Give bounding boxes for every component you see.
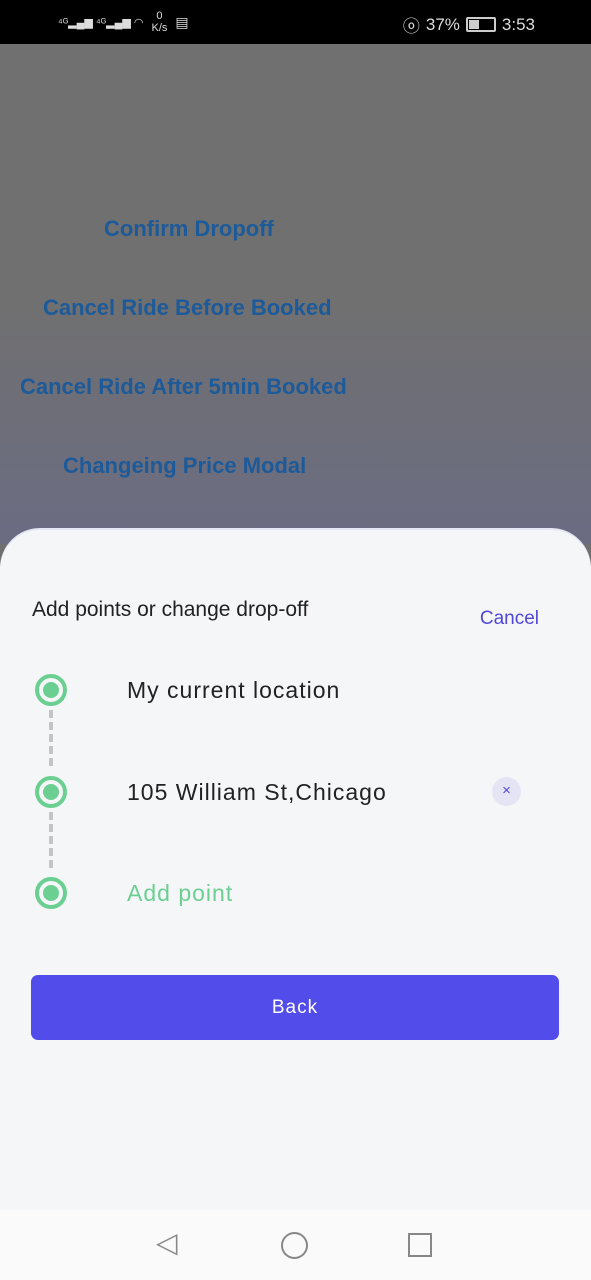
cancel-button[interactable]: Cancel xyxy=(480,608,539,630)
cancel-before-booked-link[interactable]: Cancel Ride Before Booked xyxy=(43,295,332,321)
sheet-title: Add points or change drop-off xyxy=(32,598,309,621)
back-button[interactable]: Back xyxy=(31,975,559,1040)
confirm-dropoff-link[interactable]: Confirm Dropoff xyxy=(104,216,274,242)
add-point-button[interactable]: Add point xyxy=(127,880,233,907)
clock: 3:53 xyxy=(501,14,535,34)
changing-price-link[interactable]: Changeing Price Modal xyxy=(63,453,306,479)
bottom-sheet: Add points or change drop-off Cancel My … xyxy=(0,530,591,1210)
stop-dot-icon xyxy=(35,776,67,808)
stop-destination[interactable]: 105 William St,Chicago xyxy=(127,779,387,806)
notification-icon: ▤ xyxy=(175,13,189,30)
speed-unit: K/s xyxy=(151,22,168,34)
origin-dot-icon xyxy=(35,674,67,706)
back-nav-icon[interactable]: ◁ xyxy=(156,1226,178,1259)
battery-icon xyxy=(465,17,496,32)
home-nav-icon[interactable] xyxy=(281,1232,308,1259)
remove-stop-button[interactable]: × xyxy=(492,777,521,806)
status-bar: ⁴ᴳ▂▄▆ ⁴ᴳ▂▄▆ ◠ 0 K/s ▤ ⓞ 37% 3:53 xyxy=(0,0,591,44)
add-point-dot-icon xyxy=(35,877,67,909)
cancel-after-5min-link[interactable]: Cancel Ride After 5min Booked xyxy=(20,374,347,400)
speed-value: 0 xyxy=(156,10,163,22)
eye-comfort-icon: ⓞ xyxy=(402,17,420,36)
stop-current-location[interactable]: My current location xyxy=(127,677,340,704)
signal-icon: ⁴ᴳ▂▄▆ ⁴ᴳ▂▄▆ ◠ xyxy=(58,16,144,29)
recents-nav-icon[interactable] xyxy=(408,1233,432,1257)
battery-percent: 37% xyxy=(425,14,460,34)
route-connector xyxy=(49,812,53,868)
route-connector xyxy=(49,710,53,766)
navigation-bar: ◁ xyxy=(0,1210,591,1280)
